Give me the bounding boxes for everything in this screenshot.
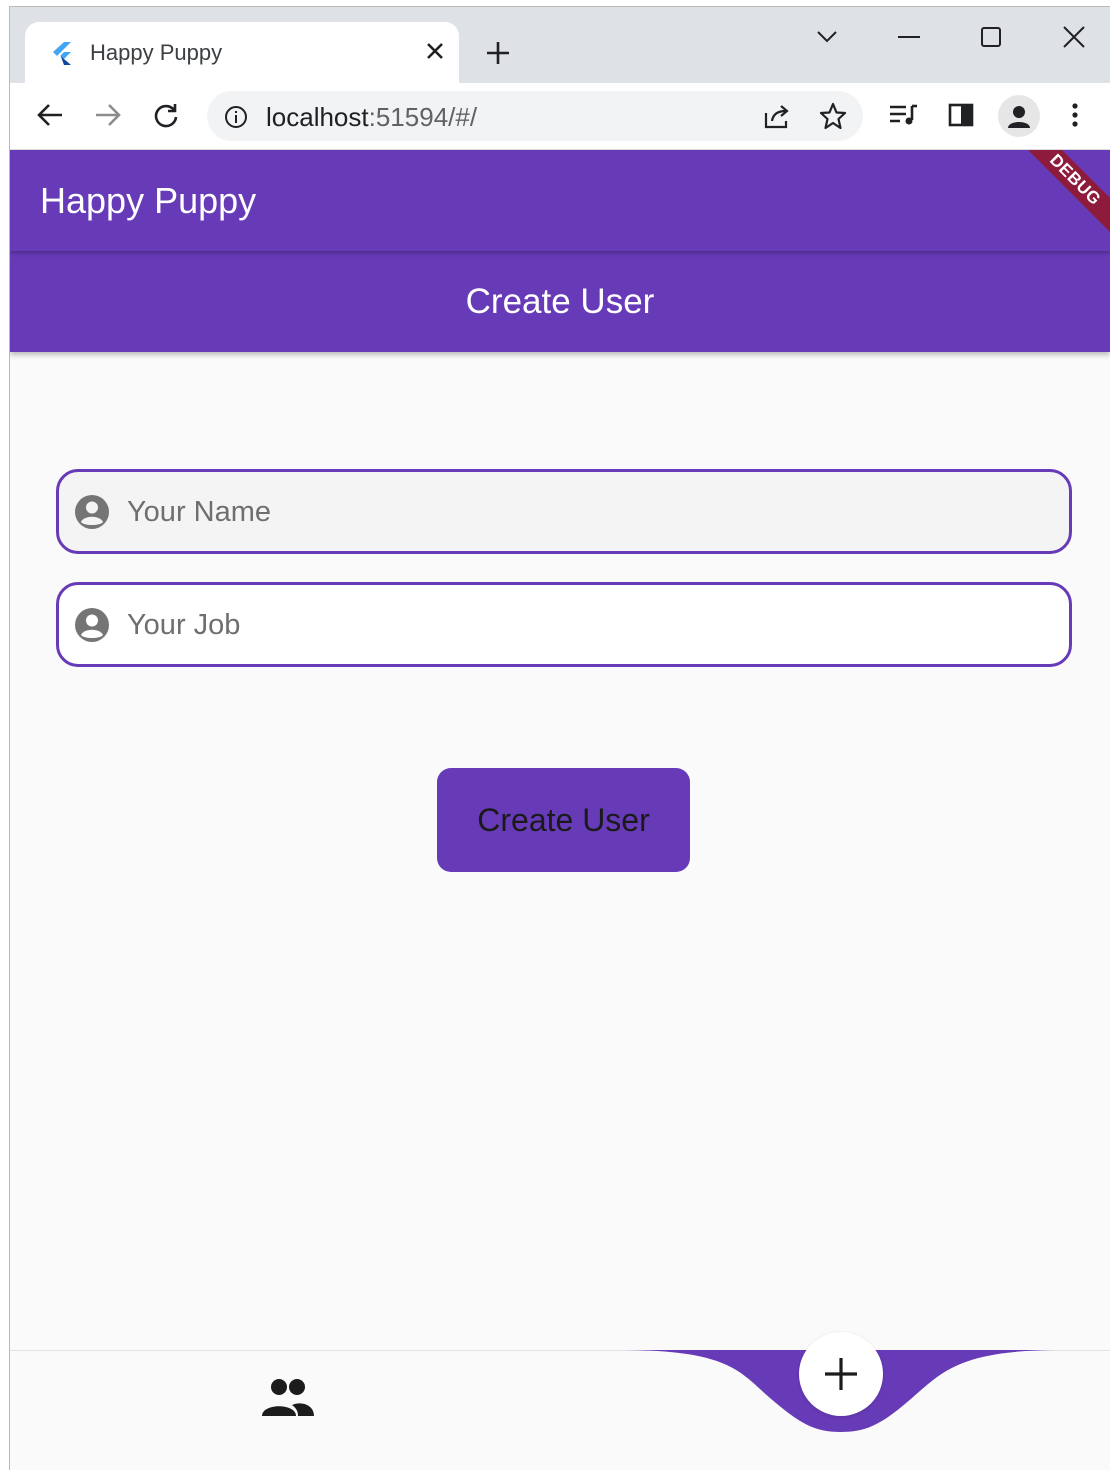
bottom-navigation [10, 1332, 1110, 1470]
reload-icon[interactable] [146, 95, 186, 135]
add-user-fab[interactable] [799, 1332, 883, 1416]
page-header: Create User [10, 251, 1110, 352]
url-host: localhost [266, 102, 369, 132]
tab-happy-puppy[interactable]: Happy Puppy [25, 22, 459, 83]
app-viewport: Happy Puppy DEBUG Create User Create Use… [10, 150, 1110, 1470]
forward-icon[interactable] [88, 95, 128, 135]
media-control-icon[interactable] [883, 95, 923, 135]
job-field[interactable] [56, 582, 1072, 667]
nav-curve-indicator [620, 1350, 1060, 1432]
tab-title: Happy Puppy [90, 40, 223, 65]
account-circle-icon [75, 608, 109, 642]
back-icon[interactable] [30, 95, 70, 135]
profile-avatar-icon[interactable] [998, 95, 1040, 137]
side-panel-icon[interactable] [941, 95, 981, 135]
account-circle-icon [75, 495, 109, 529]
create-user-button[interactable]: Create User [437, 768, 690, 872]
address-bar[interactable]: localhost:51594/#/ [207, 91, 863, 141]
name-field[interactable] [56, 469, 1072, 554]
job-input[interactable] [127, 597, 1047, 653]
tab-strip: Happy Puppy [10, 7, 1110, 83]
tab-search-icon[interactable] [799, 17, 855, 57]
maximize-icon[interactable] [963, 17, 1019, 57]
site-info-icon[interactable] [222, 103, 250, 131]
new-tab-icon[interactable] [480, 35, 516, 71]
users-icon[interactable] [260, 1376, 316, 1420]
page-title: Create User [465, 281, 655, 321]
share-icon[interactable] [760, 98, 796, 134]
bookmark-star-icon[interactable] [815, 98, 851, 134]
minimize-icon[interactable] [881, 17, 937, 57]
url-path: :51594/#/ [368, 102, 478, 132]
plus-icon [825, 1358, 857, 1390]
more-menu-icon[interactable] [1055, 95, 1095, 135]
flutter-icon [53, 42, 71, 65]
browser-window: Happy Puppy localhost:51594/#/ Happy Pup… [9, 6, 1110, 1470]
close-window-icon[interactable] [1046, 17, 1102, 57]
tab-close-icon[interactable] [419, 35, 451, 67]
app-bar: Happy Puppy [10, 150, 1110, 251]
app-title: Happy Puppy [40, 180, 257, 221]
name-input[interactable] [127, 484, 1047, 540]
url-text: localhost:51594/#/ [266, 102, 477, 133]
browser-toolbar: localhost:51594/#/ [10, 83, 1110, 150]
